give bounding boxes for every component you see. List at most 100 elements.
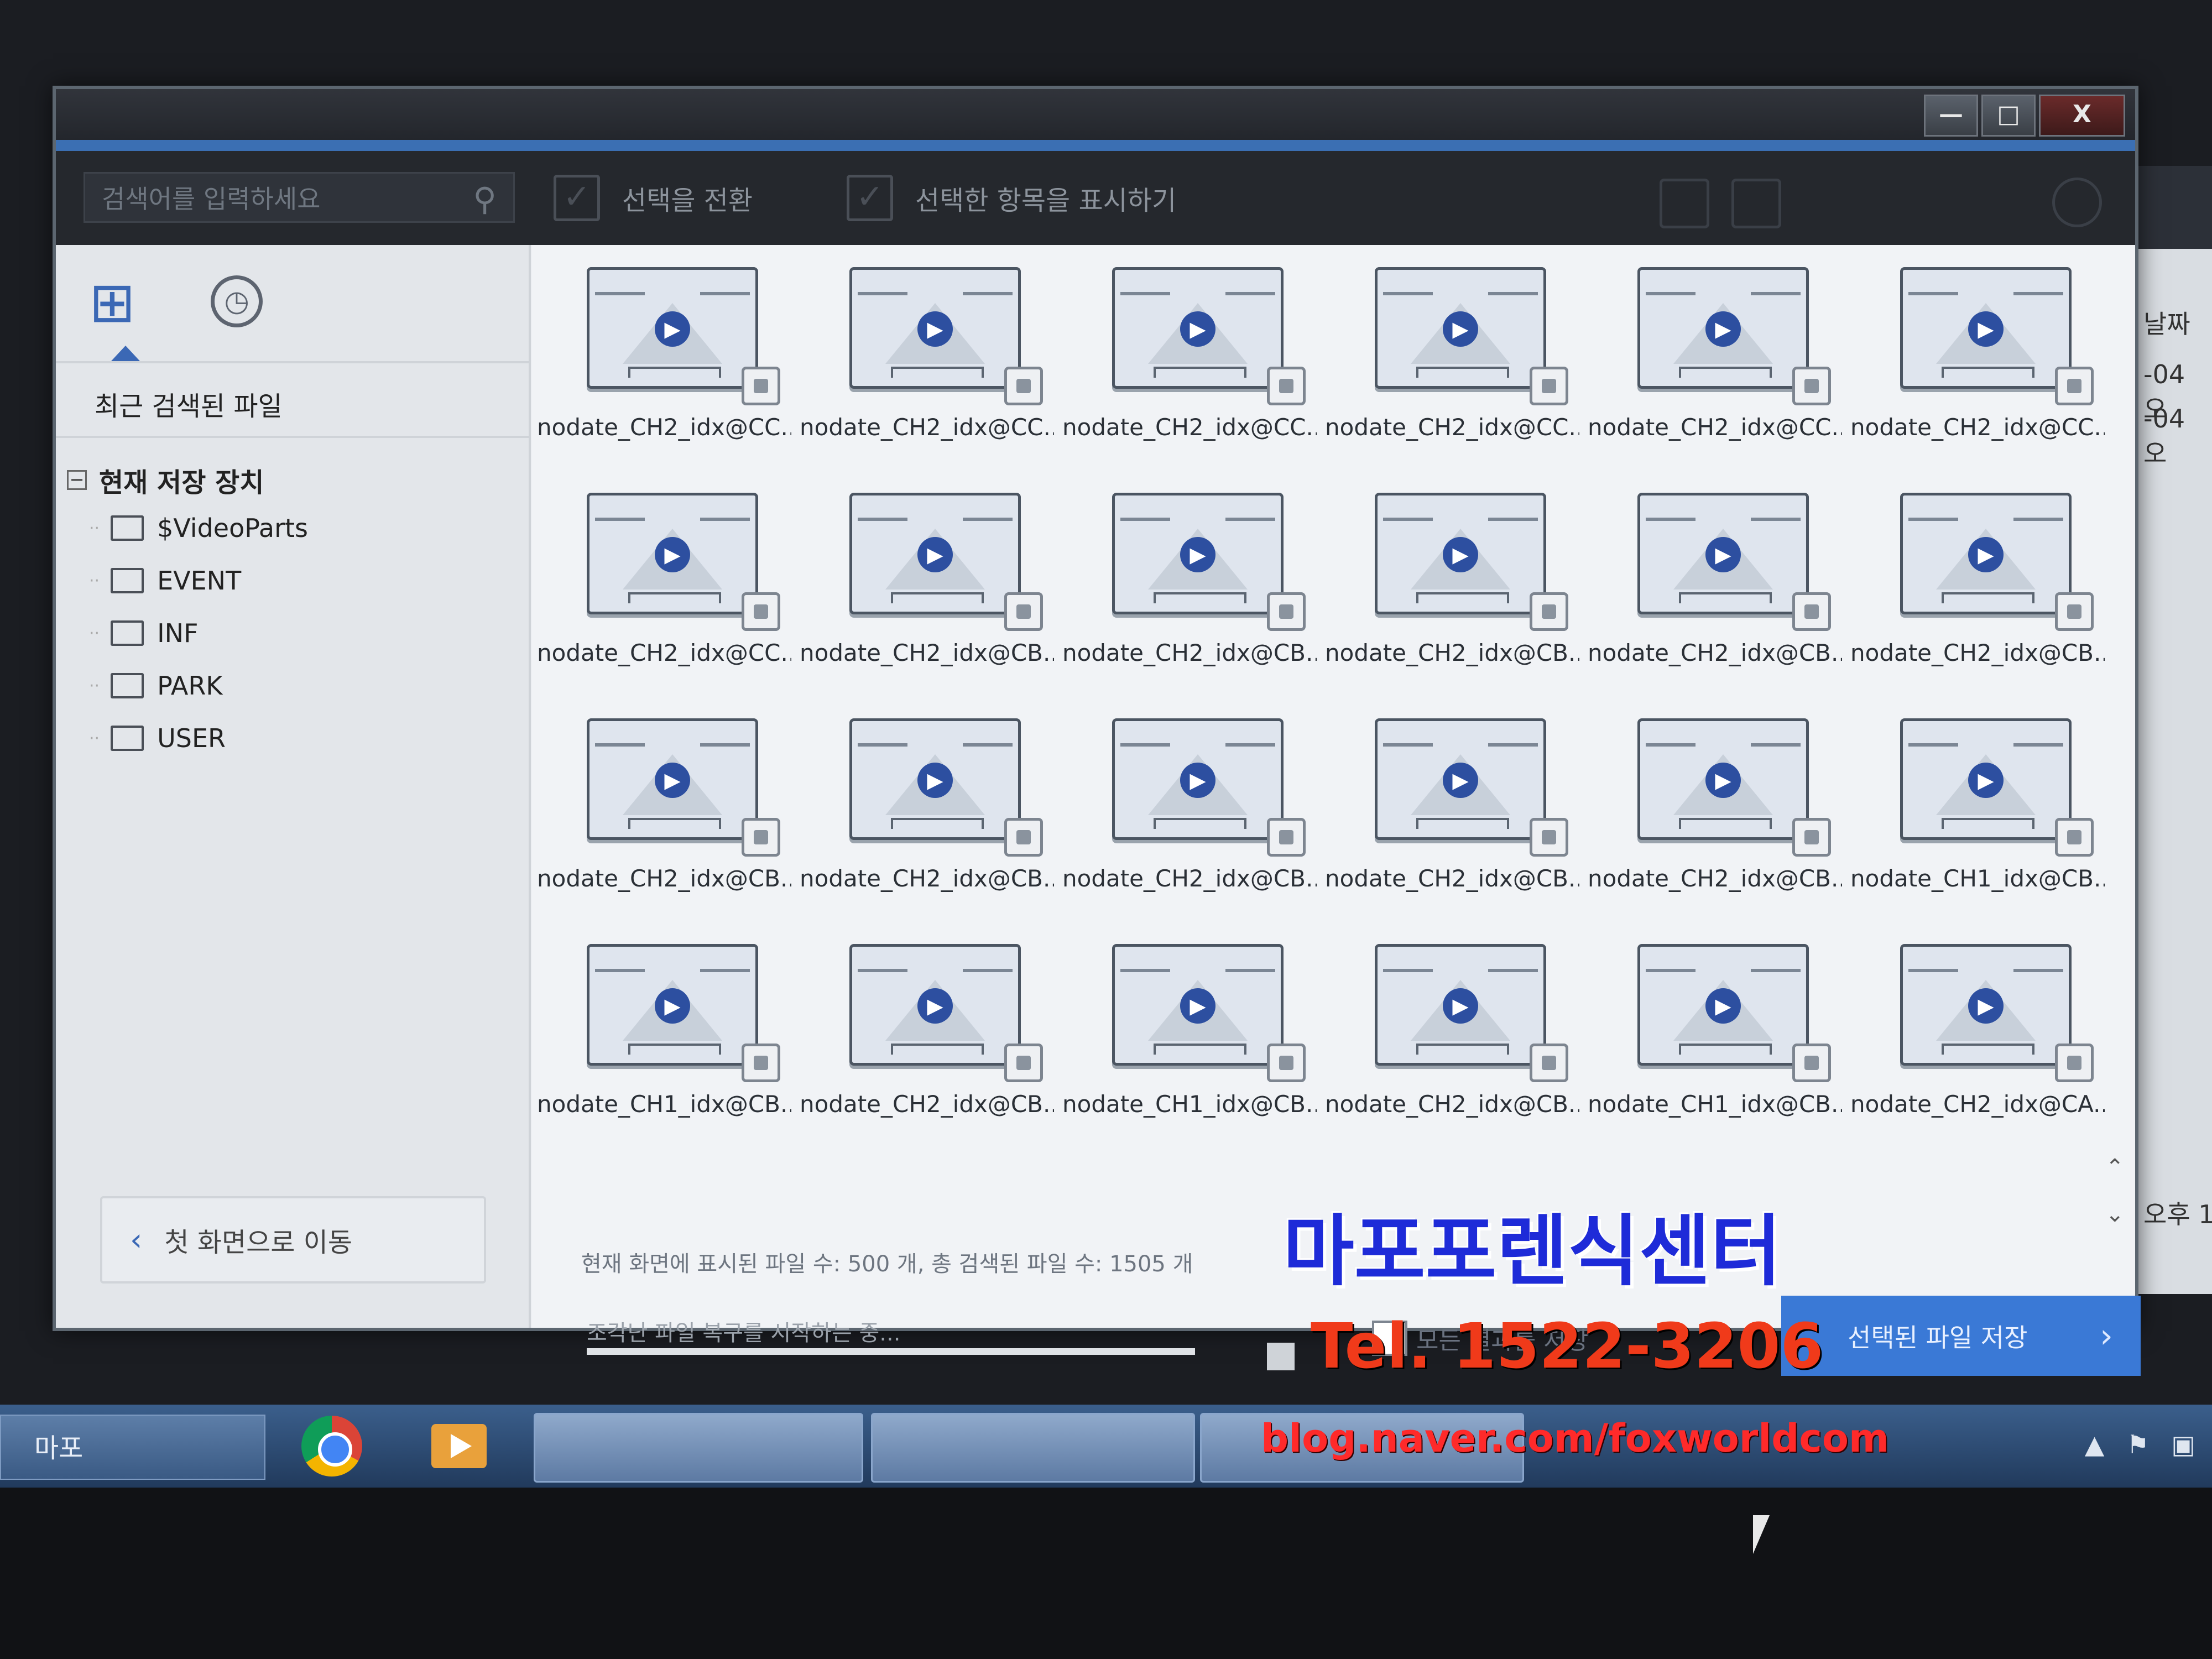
file-item[interactable]: ▶ nodate_CH1_idx@CB... <box>1850 696 2113 922</box>
stop-icon[interactable] <box>1267 1343 1295 1370</box>
file-select-checkbox[interactable] <box>1267 367 1306 405</box>
start-button[interactable]: 마포 <box>0 1415 265 1480</box>
file-select-checkbox[interactable] <box>1004 818 1043 857</box>
close-button[interactable]: X <box>2039 95 2125 137</box>
file-select-checkbox[interactable] <box>1267 818 1306 857</box>
file-select-checkbox[interactable] <box>2055 367 2094 405</box>
folder-item-inf[interactable]: ·· INF <box>89 618 199 648</box>
flag-icon[interactable]: ⚑ <box>2126 1430 2149 1459</box>
dashboard-graphic <box>1679 367 1772 378</box>
title-bar[interactable]: — □ X <box>56 89 2135 140</box>
file-item[interactable]: ▶ nodate_CH2_idx@CB... <box>1588 471 1850 696</box>
search-icon[interactable]: ⚲ <box>473 174 497 225</box>
watermark-blog: blog.naver.com/foxworldcom <box>1261 1416 1889 1461</box>
file-item[interactable]: ▶ nodate_CH2_idx@CC... <box>537 471 800 696</box>
file-item[interactable]: ▶ nodate_CH2_idx@CB... <box>800 696 1062 922</box>
file-item[interactable]: ▶ nodate_CH2_idx@CB... <box>1325 471 1588 696</box>
file-select-checkbox[interactable] <box>742 367 780 405</box>
file-item[interactable]: ▶ nodate_CH2_idx@CB... <box>1850 471 2113 696</box>
tray-expand-icon[interactable]: ▲ <box>2085 1430 2104 1459</box>
folder-item-videoparts[interactable]: ·· $VideoParts <box>89 513 308 543</box>
show-selected-button[interactable]: ✓ 선택한 항목을 표시하기 <box>847 175 1176 221</box>
folder-item-park[interactable]: ·· PARK <box>89 671 222 701</box>
scroll-down-icon[interactable]: ⌄ <box>2105 1202 2124 1227</box>
media-player-icon[interactable] <box>431 1424 487 1468</box>
scroll-up-icon[interactable]: ⌃ <box>2105 1155 2124 1180</box>
file-select-checkbox[interactable] <box>1792 367 1831 405</box>
file-select-checkbox[interactable] <box>1004 367 1043 405</box>
file-name: nodate_CH1_idx@CB... <box>1588 1091 1842 1118</box>
file-item[interactable]: ▶ nodate_CH2_idx@CB... <box>800 922 1062 1147</box>
folder-icon <box>111 620 144 646</box>
folder-item-user[interactable]: ·· USER <box>89 723 226 753</box>
file-select-checkbox[interactable] <box>1530 818 1568 857</box>
video-thumbnail-icon: ▶ <box>849 718 1021 840</box>
play-icon: ▶ <box>917 537 953 572</box>
file-select-checkbox[interactable] <box>742 1044 780 1082</box>
file-item[interactable]: ▶ nodate_CH2_idx@CB... <box>537 696 800 922</box>
video-thumbnail-icon: ▶ <box>1900 267 2072 389</box>
file-select-checkbox[interactable] <box>2055 818 2094 857</box>
filter-icon[interactable] <box>1660 179 1709 228</box>
file-item[interactable]: ▶ nodate_CH2_idx@CB... <box>1588 696 1850 922</box>
file-item[interactable]: ▶ nodate_CH2_idx@CB... <box>1062 471 1325 696</box>
file-select-checkbox[interactable] <box>1004 1044 1043 1082</box>
file-select-checkbox[interactable] <box>1792 1044 1831 1082</box>
file-select-checkbox[interactable] <box>1267 1044 1306 1082</box>
file-select-checkbox[interactable] <box>1004 592 1043 631</box>
export-icon[interactable] <box>1731 179 1781 228</box>
taskbar-app[interactable] <box>534 1413 863 1483</box>
file-item[interactable]: ▶ nodate_CH2_idx@CB... <box>1062 696 1325 922</box>
folder-icon <box>111 726 144 751</box>
recent-files-item[interactable]: 최근 검색된 파일 <box>95 384 283 423</box>
file-item[interactable]: ▶ nodate_CH2_idx@CC... <box>537 245 800 471</box>
file-item[interactable]: ▶ nodate_CH2_idx@CC... <box>1588 245 1850 471</box>
file-item[interactable]: ▶ nodate_CH1_idx@CB... <box>537 922 800 1147</box>
dashboard-graphic <box>628 592 721 603</box>
file-item[interactable]: ▶ nodate_CH2_idx@CA... <box>1850 922 2113 1147</box>
file-item[interactable]: ▶ nodate_CH1_idx@CB... <box>1588 922 1850 1147</box>
play-icon: ▶ <box>1968 763 2004 798</box>
network-icon[interactable]: ▣ <box>2172 1430 2195 1459</box>
taskbar-app[interactable] <box>871 1413 1195 1483</box>
file-select-checkbox[interactable] <box>1792 592 1831 631</box>
search-input[interactable]: 검색어를 입력하세요 ⚲ <box>84 172 515 223</box>
file-name: nodate_CH2_idx@CB... <box>1062 865 1317 892</box>
watermark-phone: Tel. 1522-3206 <box>1311 1311 1824 1383</box>
chrome-icon[interactable] <box>301 1416 362 1477</box>
file-select-checkbox[interactable] <box>742 818 780 857</box>
file-item[interactable]: ▶ nodate_CH2_idx@CC... <box>1325 245 1588 471</box>
select-toggle-button[interactable]: ✓ 선택을 전환 <box>554 175 753 221</box>
storage-device-node[interactable]: − 현재 저장 장치 <box>67 461 264 499</box>
user-icon[interactable] <box>2052 178 2102 227</box>
file-item[interactable]: ▶ nodate_CH2_idx@CB... <box>1325 696 1588 922</box>
tree-view-icon[interactable]: ⊞ <box>89 270 135 335</box>
save-selected-button[interactable]: 선택된 파일 저장 › <box>1781 1296 2141 1376</box>
folder-icon <box>111 568 144 593</box>
file-item[interactable]: ▶ nodate_CH2_idx@CC... <box>1850 245 2113 471</box>
file-select-checkbox[interactable] <box>1530 367 1568 405</box>
date-column-header: 날짜 <box>2143 309 2190 339</box>
file-item[interactable]: ▶ nodate_CH2_idx@CC... <box>800 245 1062 471</box>
file-item[interactable]: ▶ nodate_CH1_idx@CB... <box>1062 922 1325 1147</box>
dashboard-graphic <box>1416 367 1509 378</box>
history-icon[interactable]: ◷ <box>211 275 263 327</box>
file-select-checkbox[interactable] <box>2055 592 2094 631</box>
file-item[interactable]: ▶ nodate_CH2_idx@CB... <box>800 471 1062 696</box>
minimize-button[interactable]: — <box>1924 95 1978 137</box>
file-item[interactable]: ▶ nodate_CH2_idx@CB... <box>1325 922 1588 1147</box>
file-item[interactable]: ▶ nodate_CH2_idx@CC... <box>1062 245 1325 471</box>
dashboard-graphic <box>1416 818 1509 829</box>
video-thumbnail-icon: ▶ <box>1375 493 1546 614</box>
file-select-checkbox[interactable] <box>1267 592 1306 631</box>
file-select-checkbox[interactable] <box>1530 592 1568 631</box>
file-select-checkbox[interactable] <box>1792 818 1831 857</box>
collapse-icon[interactable]: − <box>67 470 87 490</box>
video-thumbnail-icon: ▶ <box>1375 718 1546 840</box>
folder-item-event[interactable]: ·· EVENT <box>89 566 241 596</box>
maximize-button[interactable]: □ <box>1981 95 2036 137</box>
file-select-checkbox[interactable] <box>742 592 780 631</box>
file-select-checkbox[interactable] <box>1530 1044 1568 1082</box>
back-to-home-button[interactable]: ‹ 첫 화면으로 이동 <box>100 1196 486 1284</box>
file-select-checkbox[interactable] <box>2055 1044 2094 1082</box>
